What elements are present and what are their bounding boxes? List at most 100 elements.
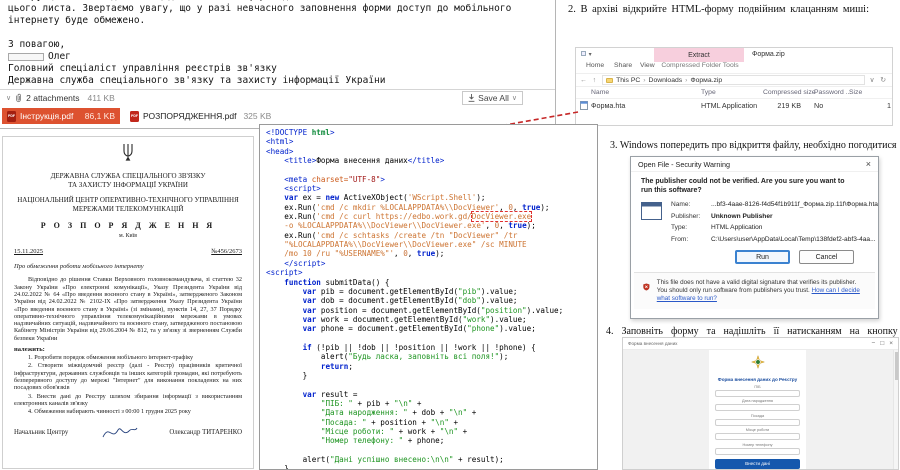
document-type-heading: Р О З П О Р Я Д Ж Е Н Н Я: [14, 221, 242, 230]
email-body-line: цього листа. Звертаємо увагу, що у разі …: [8, 3, 551, 15]
email-signature-line: Державна служба спеціального зв'язку та …: [8, 75, 551, 87]
form-text-input[interactable]: [715, 448, 800, 455]
form-field-label: Посада: [715, 414, 800, 418]
attachments-header: ∨ 2 attachments 411 KB Save All ∨: [0, 89, 555, 105]
tab-home[interactable]: Home: [586, 62, 604, 69]
tab-extract[interactable]: Extract: [654, 48, 744, 62]
from-label: From:: [671, 236, 711, 243]
code-line: "Місце роботи: " + work + "\n" +: [266, 427, 591, 436]
document-item: 2. Створити міжвідомчий реєстр (далі - Р…: [14, 362, 242, 391]
code-line: ex.Run('cmd /c mkdir %LOCALAPPDATA%\\Doc…: [266, 203, 591, 212]
column-compressed-size[interactable]: Compressed size: [763, 89, 816, 96]
explorer-address-bar: ← ↑ This PC› Downloads› Форма.zip ∨ ↻: [576, 73, 892, 87]
pdf-icon: [130, 111, 139, 122]
code-line: [266, 334, 591, 343]
code-line: </script>: [266, 259, 591, 268]
attachments-total-size: 411 KB: [88, 93, 115, 103]
file-type: HTML Application: [701, 101, 757, 110]
attachment-name: РОЗПОРЯДЖЕННЯ.pdf: [143, 111, 236, 121]
tab-view[interactable]: View: [640, 62, 655, 69]
column-size[interactable]: Size: [849, 89, 862, 96]
publisher-label: Publisher:: [671, 213, 711, 220]
column-password[interactable]: Password ...: [814, 89, 851, 96]
breadcrumb-downloads[interactable]: Downloads: [649, 77, 683, 84]
code-line: var ex = new ActiveXObject('WScript.Shel…: [266, 193, 591, 202]
file-size: 1: [887, 101, 891, 110]
submit-button[interactable]: Внести дані: [715, 459, 800, 469]
email-panel: інструкція із вкладеннями щодо заповненн…: [0, 0, 556, 129]
form-text-input[interactable]: [715, 404, 800, 411]
scrollbar[interactable]: [893, 350, 898, 470]
form-page: Форма внесення даних до Реєстру ПІБДата …: [623, 350, 898, 470]
code-listing: <!DOCTYPE html><html><head> <title>Форма…: [259, 124, 598, 470]
code-line: var pib = document.getElementById("pib")…: [266, 287, 591, 296]
code-line: var work = document.getElementById("work…: [266, 315, 591, 324]
column-name[interactable]: Name: [591, 89, 609, 96]
attachment-instrukcija-pdf[interactable]: Інструкція.pdf 86,1 KB: [2, 108, 120, 124]
breadcrumb-forma-zip[interactable]: Форма.zip: [690, 77, 722, 84]
email-body: інструкція із вкладеннями щодо заповненн…: [8, 0, 551, 87]
ukraine-trident-icon: [14, 143, 242, 169]
document-item: 1. Розробити порядок обмеження мобільног…: [14, 354, 242, 361]
file-row-forma-hta[interactable]: Форма.hta HTML Application 219 KB No 1: [576, 99, 892, 112]
handwritten-signature: [99, 422, 139, 442]
security-shield-icon: [643, 279, 650, 295]
explorer-ribbon: Home Share View Compressed Folder Tools: [576, 62, 892, 73]
attachments-count: 2 attachments: [26, 93, 79, 103]
code-line: [266, 380, 591, 389]
collapse-chevron-icon[interactable]: ∨: [6, 94, 11, 102]
dsszzi-emblem-icon: [751, 355, 765, 369]
save-all-button[interactable]: Save All ∨: [462, 91, 523, 105]
code-line: <head>: [266, 147, 591, 156]
form-title: Форма внесення даних до Реєстру: [715, 377, 800, 382]
quick-access-toolbar[interactable]: ▾: [581, 51, 593, 58]
tab-share[interactable]: Share: [614, 62, 632, 69]
tab-compressed-folder-tools[interactable]: Compressed Folder Tools: [656, 62, 744, 69]
column-headers: Name Type Compressed size Password ... S…: [576, 87, 892, 99]
code-line: var dob = document.getElementById("dob")…: [266, 296, 591, 305]
signatory-title: Начальник Центру: [14, 429, 68, 436]
code-line: var phone = document.getElementById("pho…: [266, 324, 591, 333]
application-file-icon: [641, 201, 663, 247]
save-all-label: Save All: [478, 93, 509, 103]
code-line: /mo 10 /ru "%USERNAME%"', 0, true);: [266, 249, 591, 258]
document-item: 4. Обмеження набирають чинності з 00:00 …: [14, 408, 242, 415]
registry-form-card: Форма внесення даних до Реєстру ПІБДата …: [709, 350, 806, 470]
attachment-rozporiadzhennia-pdf[interactable]: РОЗПОРЯДЖЕННЯ.pdf 325 KB: [125, 108, 276, 124]
file-password-flag: No: [814, 101, 823, 110]
code-line: [266, 165, 591, 174]
breadcrumb-this-pc[interactable]: This PC: [616, 77, 640, 84]
code-line: <!DOCTYPE html>: [266, 128, 591, 137]
code-line: "Номер телефону: " + phone;: [266, 436, 591, 445]
code-line: -o %LOCALAPPDATA%\\DocViewer\\DocViewer.…: [266, 221, 591, 230]
address-dropdown-refresh-icons[interactable]: ∨ ↻: [869, 76, 888, 84]
breadcrumb[interactable]: This PC› Downloads› Форма.zip: [602, 75, 865, 85]
nav-back-up-icons[interactable]: ← ↑: [580, 77, 598, 84]
cancel-button[interactable]: Cancel: [799, 250, 854, 264]
pdf-icon: [7, 111, 16, 122]
form-field-label: Місце роботи: [715, 428, 800, 432]
explorer-titlebar: ▾ Extract Форма.zip: [576, 48, 892, 62]
code-line: "%LOCALAPPDATA%\\DocViewer\\DocViewer.ex…: [266, 240, 591, 249]
form-text-input[interactable]: [715, 433, 800, 440]
code-line: "Дата народження: " + dob + "\n" +: [266, 408, 591, 417]
code-line: return;: [266, 362, 591, 371]
email-signature-line: Головний спеціаліст управління реєстрів …: [8, 63, 551, 75]
form-text-input[interactable]: [715, 390, 800, 397]
close-icon[interactable]: ×: [866, 159, 871, 169]
form-text-input[interactable]: [715, 419, 800, 426]
form-field-label: ПІБ: [715, 385, 800, 389]
paperclip-icon: [15, 93, 22, 103]
code-line: }: [266, 464, 591, 470]
close-icon[interactable]: ×: [889, 340, 893, 347]
scrollbar-thumb[interactable]: [895, 352, 898, 380]
run-button[interactable]: Run: [735, 250, 790, 264]
hta-form-window: Форма внесення даних − □ × Форма внесенн…: [622, 337, 899, 470]
code-line: var result =: [266, 390, 591, 399]
document-org-name: ДЕРЖАВНА СЛУЖБА СПЕЦІАЛЬНОГО ЗВ'ЯЗКУТА З…: [14, 172, 242, 189]
maximize-icon[interactable]: □: [880, 340, 884, 347]
document-item: 3. Внести дані до Реєстру шляхом збиранн…: [14, 393, 242, 408]
minimize-icon[interactable]: −: [871, 340, 875, 347]
form-fields: ПІБДата народженняПосадаМісце роботиНоме…: [715, 385, 800, 455]
column-type[interactable]: Type: [701, 89, 716, 96]
